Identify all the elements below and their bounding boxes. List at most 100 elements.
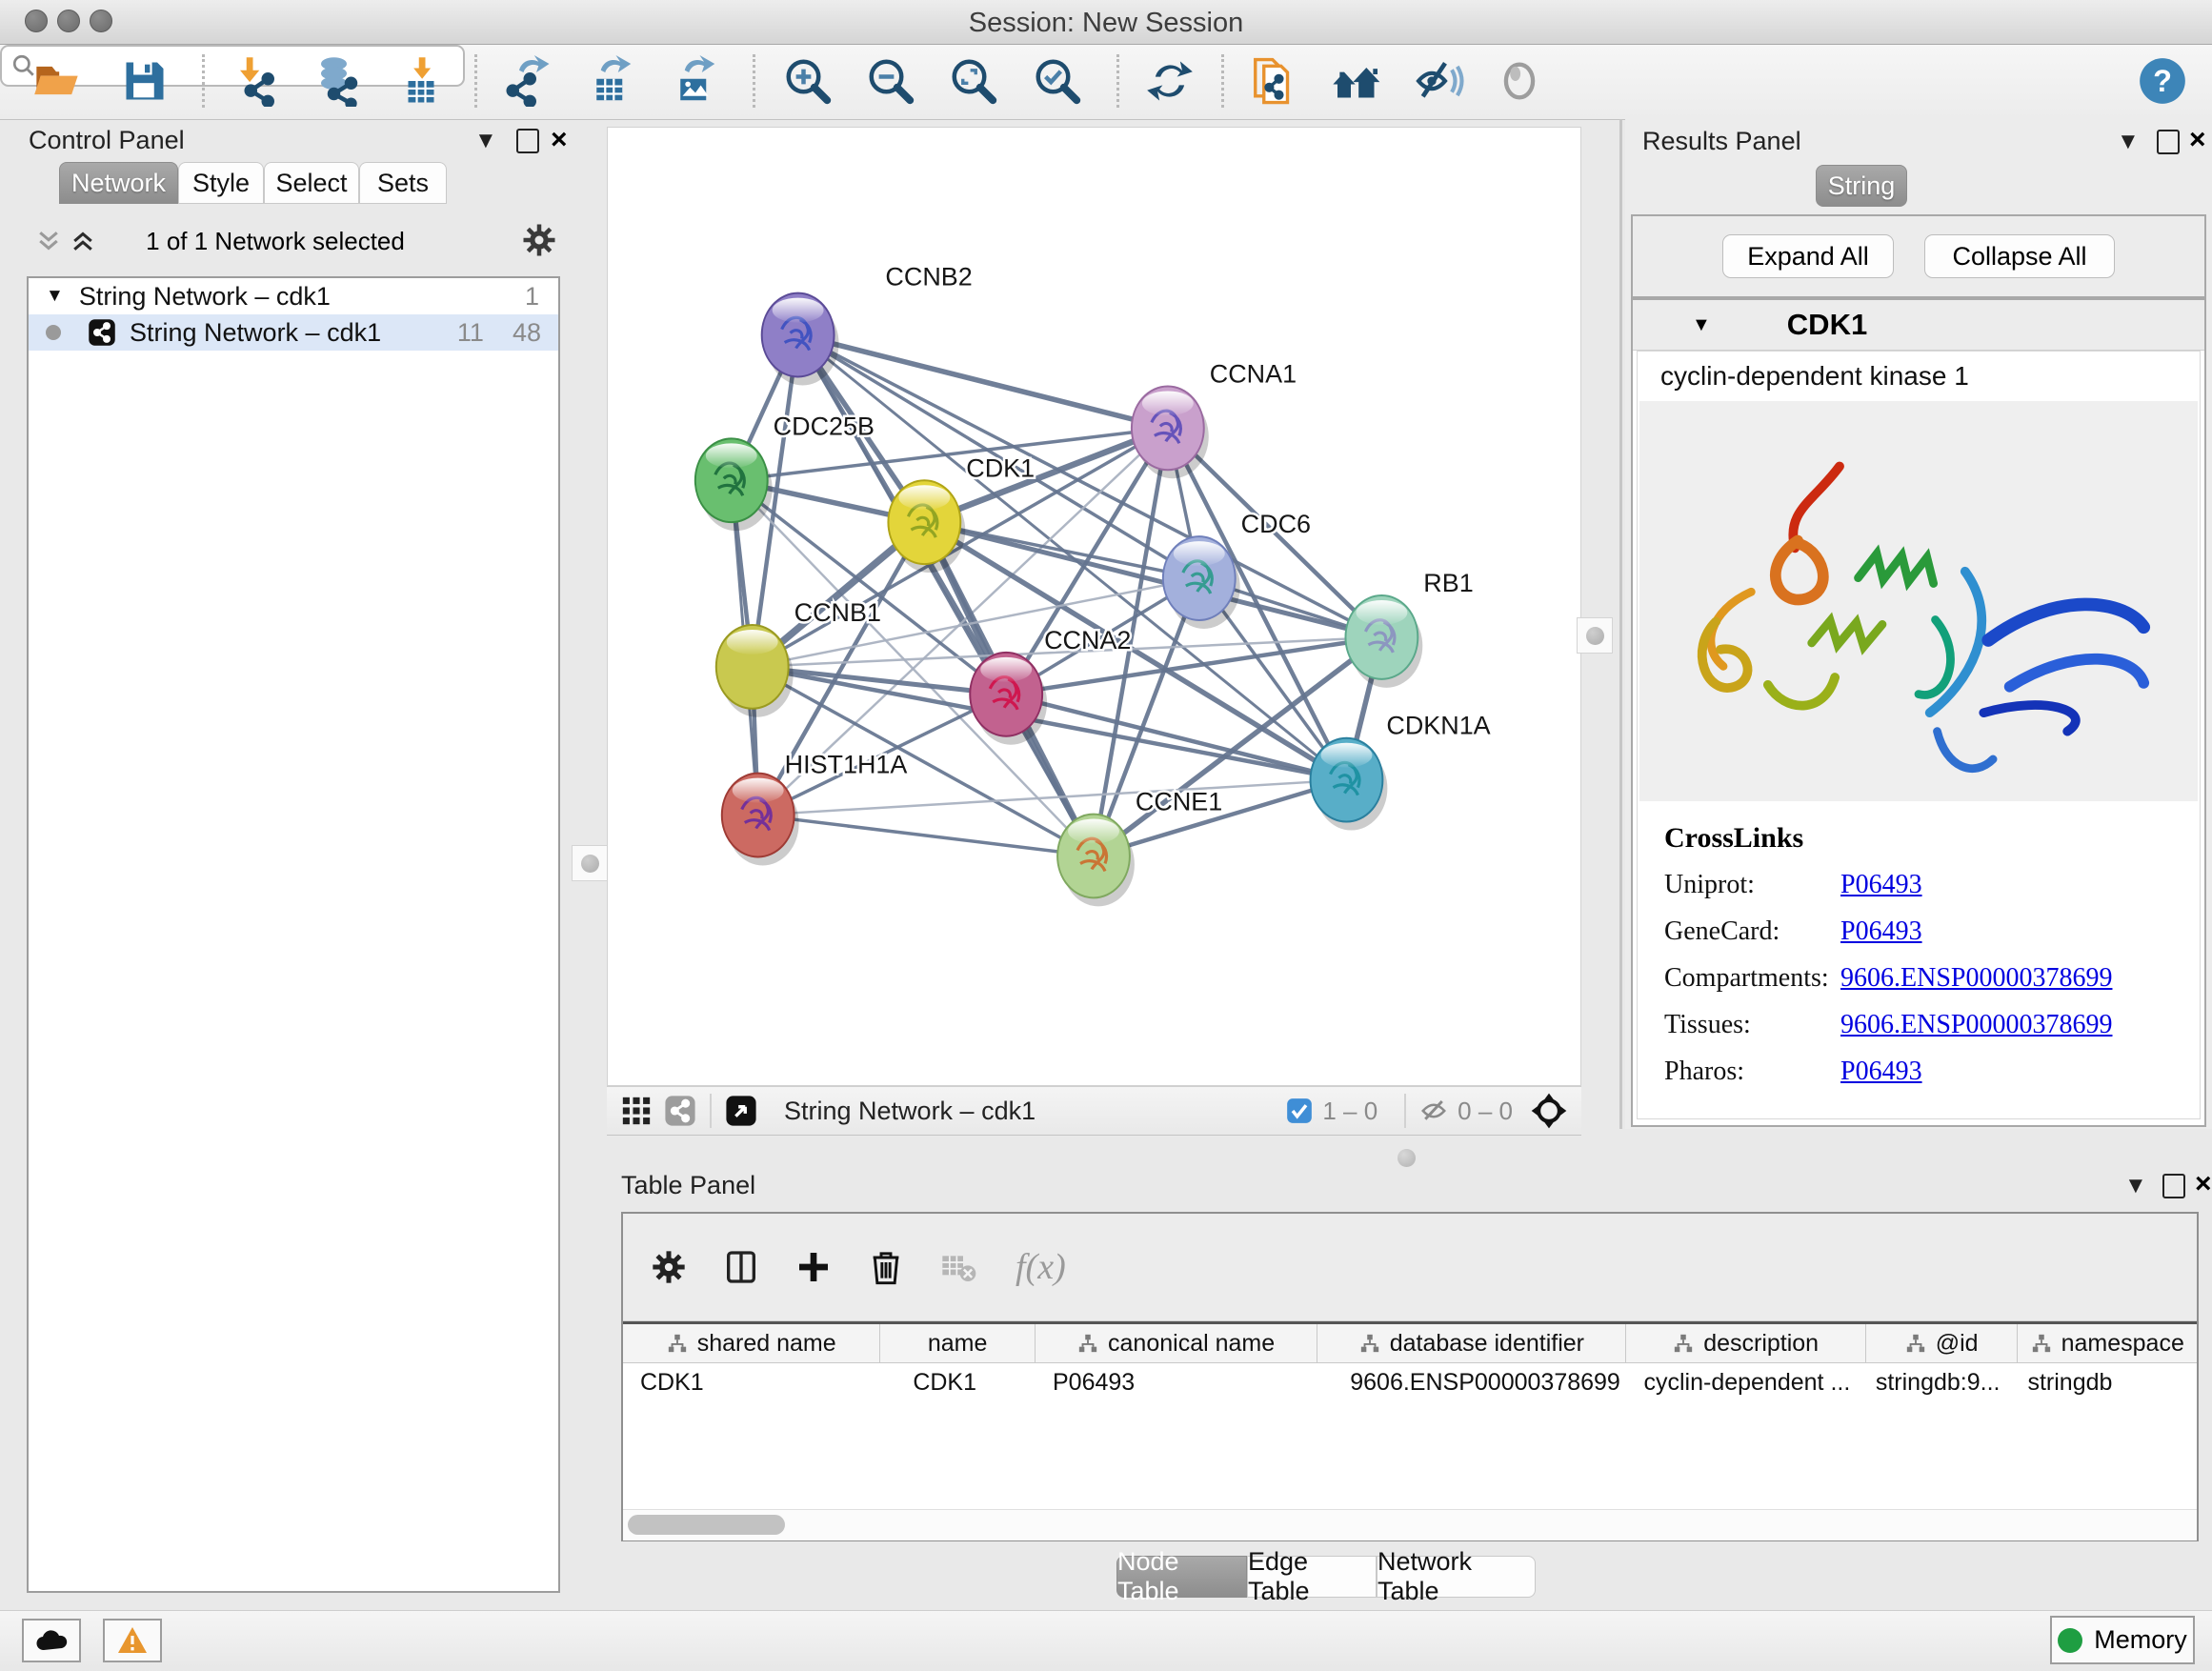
right-splitter-handle[interactable] — [1577, 617, 1613, 654]
node-RB1[interactable]: RB1 — [1345, 569, 1473, 688]
collection-expand-icon[interactable]: ▼ — [46, 286, 64, 307]
export-image-icon[interactable] — [667, 52, 724, 110]
save-session-icon[interactable] — [116, 52, 173, 110]
hidden-eye-icon[interactable] — [1419, 1097, 1448, 1125]
column-header-namespace[interactable]: namespace — [2018, 1324, 2197, 1362]
table-row[interactable]: CDK1 CDK1 P06493 9606.ENSP00000378699 cy… — [623, 1363, 2197, 1401]
genecard-link[interactable]: P06493 — [1840, 916, 1922, 947]
node-CDC25B[interactable]: CDC25B — [695, 412, 875, 531]
birdseye-toggle-icon[interactable] — [1530, 1092, 1568, 1130]
compartments-link[interactable]: 9606.ENSP00000378699 — [1840, 963, 2112, 994]
results-panel-close-icon[interactable]: × — [2189, 124, 2206, 156]
network-file-icon[interactable] — [1246, 52, 1303, 110]
zoom-fit-icon[interactable] — [945, 52, 1002, 110]
left-splitter-handle[interactable] — [572, 845, 608, 881]
node-CDC6[interactable]: CDC6 — [1163, 510, 1311, 629]
birdseye-view-icon[interactable] — [1491, 52, 1548, 110]
tab-network-table[interactable]: Network Table — [1377, 1556, 1536, 1598]
results-panel-menu-icon[interactable]: ▼ — [2117, 131, 2140, 153]
cell-description[interactable]: cyclin-dependent ... — [1626, 1369, 1865, 1397]
table-settings-gear-icon[interactable] — [650, 1248, 688, 1286]
table-panel-menu-icon[interactable]: ▼ — [2124, 1175, 2147, 1198]
collapse-all-networks-icon[interactable] — [34, 227, 63, 260]
hide-graphics-details-icon[interactable] — [1410, 52, 1467, 110]
tab-network[interactable]: Network — [59, 162, 178, 204]
export-table-icon[interactable] — [583, 52, 640, 110]
refresh-icon[interactable] — [1141, 52, 1198, 110]
home-icon[interactable] — [1329, 52, 1386, 110]
node-CCNE1[interactable]: CCNE1 — [1057, 788, 1222, 907]
import-network-file-icon[interactable] — [229, 52, 286, 110]
detach-view-icon[interactable] — [725, 1095, 757, 1127]
pharos-link[interactable]: P06493 — [1840, 1057, 1922, 1087]
cell-id[interactable]: stringdb:9... — [1866, 1369, 2019, 1397]
open-session-icon[interactable] — [29, 52, 86, 110]
control-panel-float-icon[interactable] — [516, 129, 539, 153]
table-panel-float-icon[interactable] — [2162, 1174, 2185, 1198]
tab-select[interactable]: Select — [264, 162, 359, 204]
column-header-name[interactable]: name — [880, 1324, 1036, 1362]
import-table-file-icon[interactable] — [392, 52, 450, 110]
help-icon[interactable]: ? — [2134, 52, 2191, 110]
gene-collapse-icon[interactable]: ▼ — [1692, 314, 1711, 336]
tab-node-table[interactable]: Node Table — [1116, 1556, 1247, 1598]
delete-column-icon[interactable] — [867, 1248, 905, 1286]
cell-canonical-name[interactable]: P06493 — [1036, 1369, 1317, 1397]
network-row-selected[interactable]: String Network – cdk1 11 48 — [29, 314, 558, 351]
node-CDK1[interactable]: CDK1 — [888, 453, 1035, 573]
tab-edge-table[interactable]: Edge Table — [1247, 1556, 1377, 1598]
import-network-database-icon[interactable] — [310, 52, 367, 110]
tab-sets[interactable]: Sets — [359, 162, 447, 204]
export-network-icon[interactable] — [499, 52, 556, 110]
node-label-CDC6: CDC6 — [1241, 510, 1311, 538]
control-panel-menu-icon[interactable]: ▼ — [474, 130, 497, 152]
warning-button[interactable] — [103, 1619, 162, 1662]
node-CCNB2[interactable]: CCNB2 — [762, 263, 973, 386]
expand-all-networks-icon[interactable] — [69, 227, 97, 260]
column-header-description[interactable]: description — [1626, 1324, 1865, 1362]
show-columns-icon[interactable] — [722, 1248, 760, 1286]
selected-checkbox-icon[interactable] — [1286, 1097, 1313, 1124]
cloud-button[interactable] — [22, 1619, 81, 1662]
zoom-out-icon[interactable] — [862, 52, 919, 110]
results-panel-float-icon[interactable] — [2157, 130, 2180, 154]
results-scroll-area: ▼ CDK1 cyclin-dependent kinase 1 — [1631, 298, 2206, 1127]
add-column-icon[interactable] — [794, 1248, 833, 1286]
gene-section-header[interactable]: ▼ CDK1 — [1633, 300, 2204, 351]
warning-icon — [117, 1626, 148, 1655]
crosslink-label: Pharos: — [1664, 1057, 1840, 1087]
zoom-in-icon[interactable] — [779, 52, 836, 110]
tab-style[interactable]: Style — [178, 162, 264, 204]
control-panel-close-icon[interactable]: × — [551, 124, 568, 156]
node-CCNA2[interactable]: CCNA2 — [970, 626, 1131, 745]
grid-view-icon[interactable] — [620, 1095, 653, 1127]
column-header-shared-name[interactable]: shared name — [623, 1324, 880, 1362]
node-CDKN1A[interactable]: CDKN1A — [1311, 712, 1491, 831]
gear-icon[interactable] — [522, 223, 556, 262]
expand-all-button[interactable]: Expand All — [1722, 234, 1894, 278]
column-header-canonical-name[interactable]: canonical name — [1036, 1324, 1317, 1362]
edge-CCNE1-HIST1H1A[interactable] — [758, 815, 1094, 856]
tissues-link[interactable]: 9606.ENSP00000378699 — [1840, 1010, 2112, 1040]
cell-shared-name[interactable]: CDK1 — [623, 1369, 880, 1397]
horizontal-splitter-handle[interactable] — [1398, 1149, 1416, 1167]
scrollbar-thumb[interactable] — [628, 1515, 785, 1535]
table-horizontal-scrollbar[interactable] — [623, 1509, 2197, 1540]
column-header-id[interactable]: @id — [1866, 1324, 2019, 1362]
cell-name[interactable]: CDK1 — [880, 1369, 1036, 1397]
network-canvas[interactable]: CCNB2CCNA1CDC25BCDK1CDC6RB1CCNB1CCNA2CDK… — [607, 127, 1581, 1086]
string-network-graph[interactable]: CCNB2CCNA1CDC25BCDK1CDC6RB1CCNB1CCNA2CDK… — [608, 128, 1580, 1085]
collapse-all-button[interactable]: Collapse All — [1924, 234, 2115, 278]
tab-string[interactable]: String — [1816, 165, 1907, 207]
memory-button[interactable]: Memory — [2050, 1616, 2195, 1664]
toolbar-separator — [710, 1094, 712, 1128]
zoom-selected-icon[interactable] — [1029, 52, 1086, 110]
column-header-database-identifier[interactable]: database identifier — [1317, 1324, 1626, 1362]
network-collection-row[interactable]: ▼ String Network – cdk1 1 — [29, 278, 558, 314]
uniprot-link[interactable]: P06493 — [1840, 870, 1922, 900]
cell-database-identifier[interactable]: 9606.ENSP00000378699 — [1317, 1369, 1626, 1397]
table-panel-close-icon[interactable]: × — [2195, 1168, 2212, 1200]
node-CCNA1[interactable]: CCNA1 — [1132, 359, 1297, 478]
cell-namespace[interactable]: stringdb — [2018, 1369, 2197, 1397]
network-view-icon[interactable] — [664, 1095, 696, 1127]
